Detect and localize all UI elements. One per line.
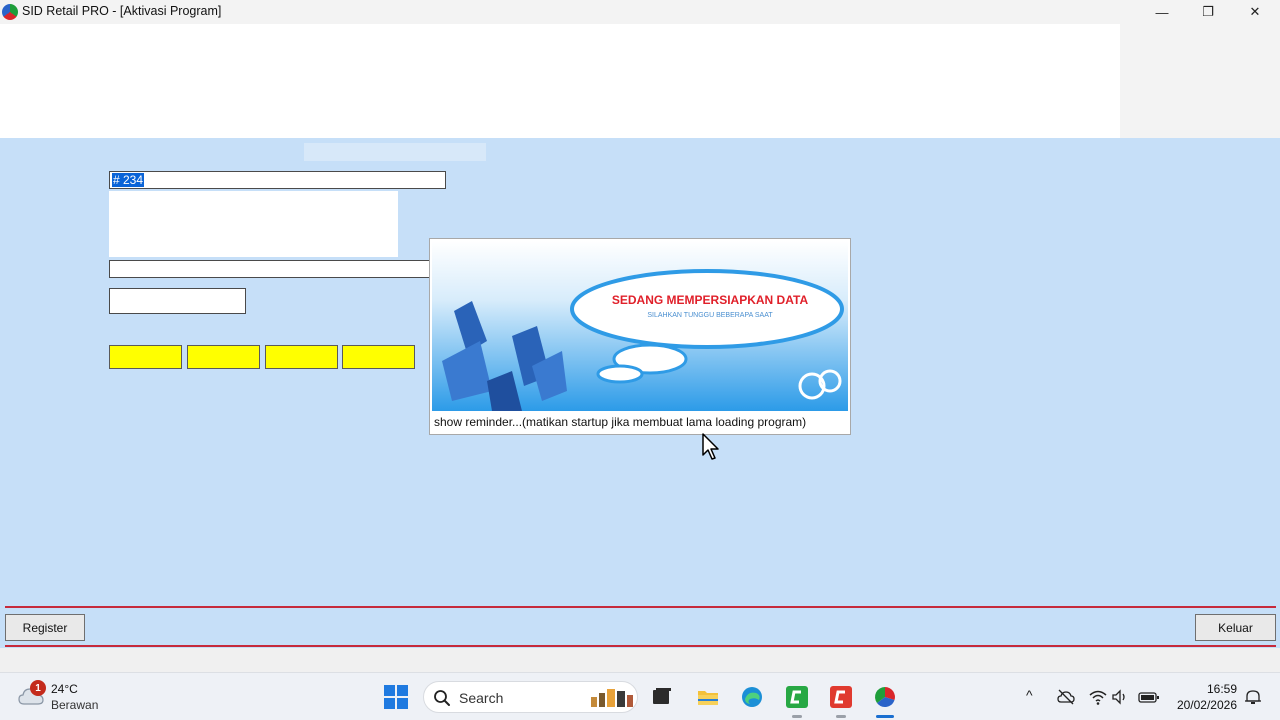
maximize-button[interactable]: ❐ <box>1185 0 1231 24</box>
app-logo-icon <box>2 4 18 20</box>
window-title: SID Retail PRO - [Aktivasi Program] <box>22 4 222 18</box>
mouse-cursor-icon <box>702 433 719 460</box>
green-app-indicator <box>792 715 802 718</box>
header-panel <box>0 24 1120 138</box>
serial-number-input[interactable]: # 234 <box>109 171 446 189</box>
battery-icon[interactable] <box>1138 688 1160 706</box>
cloud-offline-icon[interactable] <box>1057 688 1075 706</box>
task-view-icon[interactable] <box>650 685 674 709</box>
register-button[interactable]: Register <box>5 614 85 641</box>
clock-time[interactable]: 16:59 <box>1175 682 1237 696</box>
status-strip <box>0 648 1280 672</box>
wifi-icon[interactable] <box>1089 688 1107 706</box>
notification-icon[interactable] <box>1244 688 1262 706</box>
green-app-icon[interactable] <box>785 685 809 709</box>
weather-description[interactable]: Berawan <box>51 698 98 712</box>
activation-key-box-3[interactable] <box>265 345 338 369</box>
serial-selected-text: # 234 <box>112 173 145 187</box>
title-bar: SID Retail PRO - [Aktivasi Program] — ❐ … <box>0 0 1280 24</box>
search-label: Search <box>459 690 504 706</box>
edge-icon[interactable] <box>740 685 764 709</box>
header-right-panel <box>1120 24 1280 138</box>
taskbar-search-box[interactable]: Search <box>423 681 638 713</box>
tray-overflow-chevron-icon[interactable]: ^ <box>1026 687 1033 703</box>
windows-start-icon[interactable] <box>384 685 408 709</box>
sid-retail-icon[interactable] <box>873 685 897 709</box>
splash-footer-text: show reminder...(matikan startup jika me… <box>434 415 807 429</box>
activation-key-box-4[interactable] <box>342 345 415 369</box>
code-input[interactable] <box>109 288 246 314</box>
button-bar <box>0 608 1280 646</box>
search-highlight-icon <box>591 689 633 707</box>
divider-bottom <box>5 645 1276 647</box>
close-button[interactable]: ✕ <box>1232 0 1278 24</box>
taskbar: 1 24°C Berawan Search ^ 16:59 20/02/2026 <box>0 672 1280 720</box>
activation-key-box-2[interactable] <box>187 345 260 369</box>
loading-splash-dialog: SEDANG MEMPERSIAPKAN DATA SILAHKAN TUNGG… <box>429 238 851 435</box>
faint-label-strip <box>304 143 486 161</box>
activation-key-box-1[interactable] <box>109 345 182 369</box>
volume-icon[interactable] <box>1111 688 1129 706</box>
clock-date[interactable]: 20/02/2026 <box>1172 698 1237 712</box>
minimize-button[interactable]: — <box>1139 0 1185 24</box>
splash-heading: SEDANG MEMPERSIAPKAN DATA <box>612 293 809 307</box>
search-icon <box>434 690 450 706</box>
sid-retail-active-indicator <box>876 715 894 718</box>
weather-badge: 1 <box>30 680 46 696</box>
exit-button[interactable]: Keluar <box>1195 614 1276 641</box>
divider-top <box>5 606 1276 608</box>
red-app-indicator <box>836 715 846 718</box>
splash-banner-image: SEDANG MEMPERSIAPKAN DATA SILAHKAN TUNGG… <box>432 241 848 411</box>
weather-temperature[interactable]: 24°C <box>51 682 78 696</box>
splash-subheading: SILAHKAN TUNGGU BEBERAPA SAAT <box>647 312 773 319</box>
info-text-box <box>109 191 398 257</box>
file-explorer-icon[interactable] <box>696 685 720 709</box>
name-input[interactable] <box>109 260 431 278</box>
red-app-icon[interactable] <box>829 685 853 709</box>
